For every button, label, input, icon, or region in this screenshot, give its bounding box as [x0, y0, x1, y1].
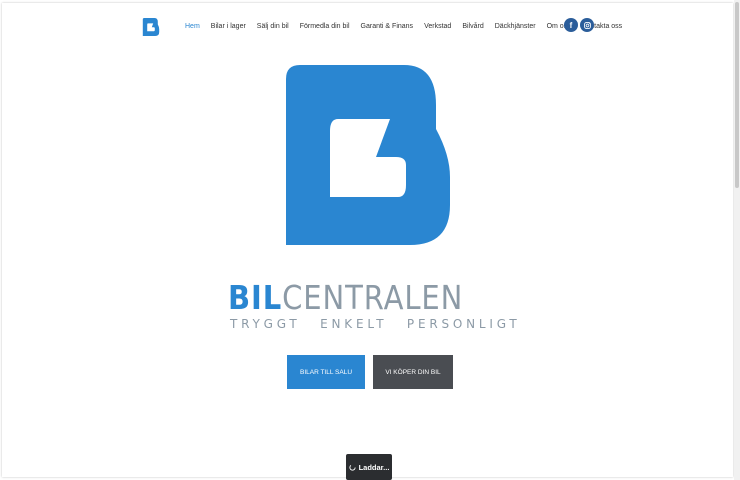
brand-wordmark: BILCENTRALEN — [228, 281, 473, 314]
nav-item-bilvard[interactable]: Bilvård — [462, 23, 483, 30]
cars-for-sale-button[interactable]: BILAR TILL SALU — [287, 355, 365, 389]
social-links: f — [564, 18, 594, 32]
we-buy-your-car-button[interactable]: VI KÖPER DIN BIL — [373, 355, 453, 389]
loading-indicator: Laddar... — [346, 454, 392, 480]
nav-item-dacktjanster[interactable]: Däckhjänster — [495, 23, 536, 30]
site-header: Hem Bilar i lager Sälj din bil Förmedla … — [2, 3, 733, 51]
loading-label: Laddar... — [358, 462, 390, 472]
spinner-icon — [348, 463, 356, 471]
instagram-glyph — [583, 21, 591, 29]
nav-item-bilar-i-lager[interactable]: Bilar i lager — [211, 23, 246, 30]
header-logo[interactable] — [142, 18, 160, 36]
wordmark-bil: BIL — [228, 278, 283, 317]
page-scrollbar[interactable] — [734, 0, 740, 480]
nav-item-formedla-din-bil[interactable]: Förmedla din bil — [300, 23, 350, 30]
nav-item-verkstad[interactable]: Verkstad — [424, 23, 451, 30]
scrollbar-thumb[interactable] — [735, 2, 739, 188]
nav-item-garanti-finans[interactable]: Garanti & Finans — [361, 23, 414, 30]
facebook-icon[interactable]: f — [564, 18, 578, 32]
wordmark-centralen: CENTRALEN — [282, 278, 464, 317]
brand-tagline: TRYGGT ENKELT PERSONLIGT — [230, 317, 521, 331]
facebook-glyph: f — [569, 20, 573, 30]
nav-item-salj-din-bil[interactable]: Sälj din bil — [257, 23, 289, 30]
nav-item-hem[interactable]: Hem — [185, 23, 200, 30]
hero-logo — [286, 65, 450, 245]
page-frame: Hem Bilar i lager Sälj din bil Förmedla … — [2, 3, 733, 480]
instagram-icon[interactable] — [580, 18, 594, 32]
